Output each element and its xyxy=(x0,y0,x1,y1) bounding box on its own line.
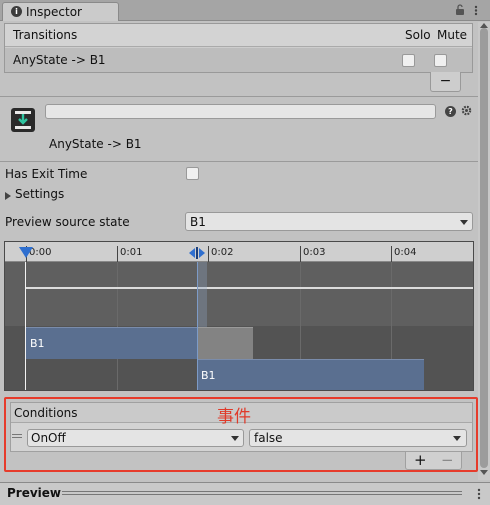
track-area xyxy=(5,262,473,326)
playhead-line xyxy=(25,262,26,390)
scroll-up-icon[interactable] xyxy=(480,23,488,28)
preview-panel-header[interactable]: Preview xyxy=(0,482,490,505)
tick-label: 0:02 xyxy=(211,247,234,258)
preview-source-value: B1 xyxy=(190,215,206,229)
transition-asset-icon xyxy=(11,108,35,132)
annotation-label: 事件 xyxy=(217,407,251,427)
more-options-icon[interactable] xyxy=(475,488,483,500)
clip-source[interactable]: B1 xyxy=(26,327,197,359)
transition-name-field[interactable] xyxy=(45,104,436,119)
tick-mark xyxy=(391,246,392,262)
tick-label: 0:01 xyxy=(120,247,143,258)
preview-source-label: Preview source state xyxy=(5,215,130,229)
divider xyxy=(0,96,478,97)
mute-column-label: Mute xyxy=(437,28,468,42)
has-exit-time-label: Has Exit Time xyxy=(5,167,88,181)
has-exit-time-checkbox[interactable] xyxy=(186,167,199,180)
scrollbar-thumb[interactable] xyxy=(480,28,488,468)
lock-icon[interactable] xyxy=(455,4,465,16)
transition-row-label: AnyState -> B1 xyxy=(13,53,106,67)
tick-label: 0:03 xyxy=(303,247,326,258)
tick-label: 0:04 xyxy=(394,247,417,258)
clip-destination[interactable]: B1 xyxy=(197,359,424,390)
transition-title: AnyState -> B1 xyxy=(49,137,142,151)
scroll-down-icon[interactable] xyxy=(480,470,488,475)
solo-column-label: Solo xyxy=(405,28,431,42)
clip-overlap xyxy=(197,327,253,359)
tick-mark xyxy=(208,246,209,262)
playhead-marker-icon[interactable] xyxy=(19,247,33,258)
transition-row[interactable]: AnyState -> B1 xyxy=(5,48,472,72)
tick-mark xyxy=(300,246,301,262)
clip-destination-label: B1 xyxy=(201,369,216,382)
transition-curve xyxy=(26,287,473,289)
remove-transition-button[interactable]: − xyxy=(430,72,461,92)
drag-bar[interactable] xyxy=(62,491,462,492)
gear-icon[interactable] xyxy=(461,105,472,116)
info-icon: i xyxy=(11,6,22,17)
transition-start-line xyxy=(197,262,198,390)
divider xyxy=(0,161,478,162)
more-options-icon[interactable] xyxy=(471,5,481,16)
tick-mark xyxy=(117,246,118,262)
transition-region xyxy=(197,262,207,327)
preview-label: Preview xyxy=(7,486,62,500)
transitions-title: Transitions xyxy=(13,28,78,42)
drag-bar[interactable] xyxy=(62,494,462,495)
solo-checkbox[interactable] xyxy=(402,54,415,67)
settings-foldout-label[interactable]: Settings xyxy=(15,187,64,201)
tab-label: Inspector xyxy=(26,5,82,19)
mute-checkbox[interactable] xyxy=(434,54,447,67)
settings-foldout-icon[interactable] xyxy=(5,192,11,200)
tab-inspector[interactable]: i Inspector xyxy=(2,2,119,21)
transitions-header: Transitions Solo Mute xyxy=(5,24,472,47)
preview-source-dropdown[interactable]: B1 xyxy=(185,212,473,231)
transition-timeline[interactable]: B1 B1 0:00 0:01 0:02 0:03 0:04 xyxy=(4,241,474,391)
help-icon[interactable]: ? xyxy=(445,106,456,117)
transition-range-handle-icon[interactable] xyxy=(189,247,205,259)
chevron-down-icon xyxy=(460,220,468,225)
tab-bar: i Inspector xyxy=(0,0,490,21)
timeline-ruler[interactable]: 0:00 0:01 0:02 0:03 0:04 xyxy=(5,242,473,262)
transitions-list: Transitions Solo Mute AnyState -> B1 xyxy=(4,23,473,73)
clip-source-label: B1 xyxy=(30,337,45,350)
